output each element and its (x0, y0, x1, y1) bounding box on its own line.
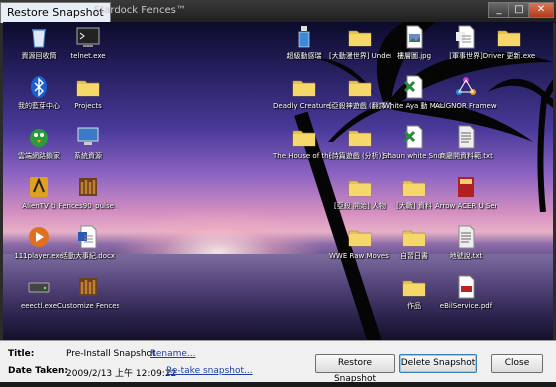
desktop-icon[interactable]: WWE Raw Moves 2009 (329, 224, 391, 260)
desktop-icon-label: The House of the Dead Overkill 死... (273, 152, 335, 160)
close-window-button[interactable]: ✕ (528, 2, 554, 18)
title-bar[interactable]: Restore Snapshot Stardock Fences™ _ □ ✕ (0, 0, 556, 23)
desktop-icon[interactable]: eBilService.pdf (435, 274, 497, 310)
retake-snapshot-link[interactable]: Re-take snapshot... (166, 366, 253, 376)
restore-snapshot-button[interactable]: Restore Snapshot (315, 354, 395, 384)
desktop-icon[interactable]: Driver 更新.exe (478, 24, 540, 60)
delete-snapshot-button[interactable]: Delete Snapshot (399, 354, 477, 373)
desktop-icon-label: Arrow ACER U Series Genera... (435, 202, 497, 210)
desktop-icon-label: Projects (74, 102, 102, 110)
folder-icon (401, 274, 427, 300)
title-value: Pre-Install Snapshot (66, 349, 156, 359)
desktop-icon[interactable]: Deadly Creatures 殺敵生物 [9部] (273, 74, 335, 110)
desktop-icon[interactable]: 活動大事紀.docx (57, 224, 119, 260)
desktop-icon[interactable]: [詩篇遊戲 (分析)] Curious Case (329, 124, 391, 160)
desktop-icon-label: Fences90_pulse_ (58, 202, 118, 210)
text-file-icon (453, 224, 479, 250)
desktop-icon[interactable]: telnet.exe (57, 24, 119, 60)
molecule-icon (453, 74, 479, 100)
desktop-icon-label: 活動大事紀.docx (61, 252, 115, 260)
desktop-icon-label: [詩篇遊戲 (分析)] Curious Case (329, 152, 391, 160)
minimize-button[interactable]: _ (488, 2, 510, 18)
desktop-icon-label: [亞殺 開始] 人物 (334, 202, 386, 210)
date-taken-value: 2009/2/13 上午 12:09:22 (66, 369, 177, 379)
text-file-icon (453, 124, 479, 150)
drive-icon (26, 274, 52, 300)
desktop-icon-label: ALIGNOR Framework Soft (435, 102, 497, 110)
pdf-icon (453, 274, 479, 300)
folder-icon (75, 74, 101, 100)
book-icon (453, 174, 479, 200)
desktop-icon[interactable]: [亞殺 開始] 人物 (329, 174, 391, 210)
recycle-bin-icon (26, 24, 52, 50)
desktop-icon-label: 商廳開資料範.txt (439, 152, 493, 160)
fences-icon (75, 174, 101, 200)
desktop-icon-label: Customize Fences (57, 302, 119, 310)
player-icon (26, 224, 52, 250)
document-icon (453, 24, 479, 50)
desktop-icon[interactable]: ALIGNOR Framework Soft (435, 74, 497, 110)
document-icon (75, 224, 101, 250)
desktop-icon[interactable]: 超級動感瑞 (273, 24, 335, 60)
desktop-icon[interactable]: Customize Fences (57, 274, 119, 310)
desktop-icon[interactable]: Arrow ACER U Series Genera... (435, 174, 497, 210)
fences-icon (75, 274, 101, 300)
desktop-icon-label: 系統資源 (74, 152, 102, 160)
desktop-icon[interactable]: The House of the Dead Overkill 死... (273, 124, 335, 160)
bird-icon (26, 124, 52, 150)
rename-link[interactable]: Rename... (150, 349, 196, 359)
desktop-icon-label: [亞殺神遊戲 (翻譯)] Dragon Hunter (329, 102, 391, 110)
date-taken-label: Date Taken: (8, 366, 68, 376)
desktop-icon-label: Driver 更新.exe (482, 52, 536, 60)
desktop-icon[interactable]: [大動漫世界] Underworld Rise (329, 24, 391, 60)
computer-icon (75, 124, 101, 150)
folder-icon (347, 24, 373, 50)
title-label: Title: (8, 349, 35, 359)
desktop-icon-label: Deadly Creatures 殺敵生物 [9部] (273, 102, 335, 110)
desktop-icon[interactable]: Fences90_pulse_ (57, 174, 119, 210)
folder-icon (347, 74, 373, 100)
desktop-icon-label: eBilService.pdf (439, 302, 493, 310)
folder-icon (401, 174, 427, 200)
folder-icon (347, 224, 373, 250)
snapshot-info-panel: Title: Pre-Install Snapshot Rename... Da… (0, 340, 556, 384)
desktop-icon-label: 地號說.txt (449, 252, 483, 260)
app-icon (26, 174, 52, 200)
folder-icon (347, 174, 373, 200)
desktop-icon[interactable]: [亞殺神遊戲 (翻譯)] Dragon Hunter (329, 74, 391, 110)
desktop-icon[interactable]: 系統資源 (57, 124, 119, 160)
folder-icon (291, 74, 317, 100)
folder-icon (291, 124, 317, 150)
desktop-icon-label: 超級動感瑞 (286, 52, 322, 60)
desktop-icon[interactable]: 地號說.txt (435, 224, 497, 260)
close-button[interactable]: Close (491, 354, 543, 373)
desktop-icon[interactable]: 商廳開資料範.txt (435, 124, 497, 160)
folder-icon (401, 224, 427, 250)
folder-icon (496, 24, 522, 50)
snapshot-desktop-preview: 資源回收筒 telnet.exe 我的藍芽中心 Projects 雲端網路鎖家 系統資源 A… (3, 22, 553, 340)
excel-icon (401, 74, 427, 100)
excel-icon (401, 124, 427, 150)
maximize-button[interactable]: □ (508, 2, 530, 18)
terminal-icon (75, 24, 101, 50)
bluetooth-icon (26, 74, 52, 100)
desktop-icon-label: WWE Raw Moves 2009 (329, 252, 391, 260)
app-name: Stardock Fences™ (94, 5, 186, 16)
desktop-icon-label: [大動漫世界] Underworld Rise (329, 52, 391, 60)
desktop-icon-label: telnet.exe (70, 52, 106, 60)
image-icon (401, 24, 427, 50)
bottle-icon (291, 24, 317, 50)
restore-snapshot-window: Restore Snapshot Stardock Fences™ _ □ ✕ … (0, 0, 556, 384)
desktop-icon[interactable]: Projects (57, 74, 119, 110)
folder-icon (347, 124, 373, 150)
